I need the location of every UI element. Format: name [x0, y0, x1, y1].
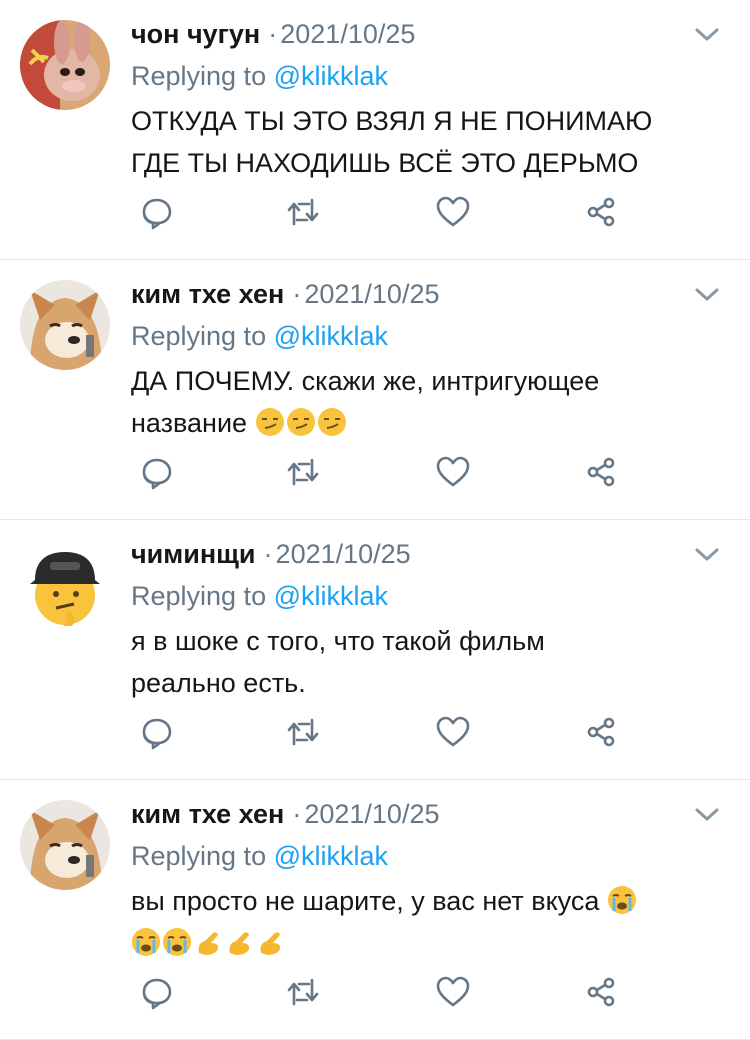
- tweet-actions: [131, 710, 621, 754]
- like-icon: [436, 456, 470, 487]
- tweet-date[interactable]: 2021/10/25: [280, 19, 415, 50]
- avatar[interactable]: [20, 800, 110, 890]
- like-button[interactable]: [431, 190, 475, 234]
- share-button[interactable]: [579, 450, 623, 494]
- reply-icon: [142, 458, 172, 490]
- smirk-emoji-icon: [255, 408, 284, 436]
- like-icon: [436, 976, 470, 1007]
- tweet-emoji-line: [131, 922, 730, 964]
- chevron-down-icon[interactable]: [694, 544, 720, 564]
- replying-to: Replying to @klikklak: [131, 54, 730, 98]
- rabbit-avatar-icon: [20, 20, 110, 110]
- retweet-icon: [287, 458, 319, 486]
- replying-prefix: Replying to: [131, 581, 267, 611]
- display-name[interactable]: чон чугун: [131, 19, 260, 50]
- avatar[interactable]: [20, 280, 110, 370]
- share-icon: [587, 457, 615, 487]
- separator-dot: ·: [292, 278, 302, 309]
- separator-dot: ·: [263, 538, 273, 569]
- chevron-down-icon[interactable]: [694, 24, 720, 44]
- chevron-down-icon[interactable]: [694, 804, 720, 824]
- smirk-emoji-icon: [286, 408, 315, 436]
- shiba-avatar-icon: [20, 280, 110, 370]
- replying-to: Replying to @klikklak: [131, 574, 730, 618]
- like-button[interactable]: [431, 710, 475, 754]
- tweet[interactable]: чиминщи · 2021/10/25 Replying to @klikkl…: [0, 520, 750, 780]
- pinching-hand-emoji-icon: [198, 932, 219, 955]
- emoji-cap-avatar-icon: [20, 540, 110, 630]
- like-button[interactable]: [431, 970, 475, 1014]
- pinching-hand-emoji-icon: [260, 932, 281, 955]
- reply-button[interactable]: [135, 970, 179, 1014]
- reply-icon: [142, 198, 172, 230]
- reply-button[interactable]: [135, 710, 179, 754]
- replying-to: Replying to @klikklak: [131, 314, 730, 358]
- tweet-text: ДА ПОЧЕМУ. скажи же, интригующее названи…: [131, 360, 730, 444]
- reply-handle-link[interactable]: @klikklak: [274, 61, 388, 91]
- tweet-text-line: название: [131, 408, 248, 438]
- tweet-text: вы просто не шарите, у вас нет вкуса: [131, 880, 730, 964]
- tweet-text-line: я в шоке с того, что такой фильм: [131, 626, 545, 656]
- tweet-date[interactable]: 2021/10/25: [304, 279, 439, 310]
- retweet-icon: [287, 718, 319, 746]
- tweet-text-line: реально есть.: [131, 668, 306, 698]
- avatar[interactable]: [20, 540, 110, 630]
- share-icon: [587, 977, 615, 1007]
- replying-prefix: Replying to: [131, 321, 267, 351]
- reply-icon: [142, 978, 172, 1010]
- replying-prefix: Replying to: [131, 841, 267, 871]
- share-button[interactable]: [579, 710, 623, 754]
- crying-emoji-icon: [132, 928, 160, 956]
- reply-handle-link[interactable]: @klikklak: [274, 841, 388, 871]
- shiba-avatar-icon: [20, 800, 110, 890]
- replying-prefix: Replying to: [131, 61, 267, 91]
- tweet-text-line: вы просто не шарите, у вас нет вкуса: [131, 886, 600, 916]
- tweet-date[interactable]: 2021/10/25: [304, 799, 439, 830]
- retweet-icon: [287, 198, 319, 226]
- display-name[interactable]: ким тхе хен: [131, 799, 284, 830]
- share-button[interactable]: [579, 970, 623, 1014]
- reply-button[interactable]: [135, 450, 179, 494]
- reply-button[interactable]: [135, 190, 179, 234]
- tweet-text: я в шоке с того, что такой фильм реально…: [131, 620, 730, 704]
- replying-to: Replying to @klikklak: [131, 834, 730, 878]
- tweet[interactable]: чон чугун · 2021/10/25 Replying to @klik…: [0, 0, 750, 260]
- crying-emoji-icon: [163, 928, 191, 956]
- reply-icon: [142, 718, 172, 750]
- tweet-text-line: ГДЕ ТЫ НАХОДИШЬ ВСЁ ЭТО ДЕРЬМО: [131, 148, 639, 178]
- crying-emoji-icon: [607, 886, 636, 914]
- reply-handle-link[interactable]: @klikklak: [274, 581, 388, 611]
- retweet-button[interactable]: [281, 710, 325, 754]
- display-name[interactable]: ким тхе хен: [131, 279, 284, 310]
- tweet-date[interactable]: 2021/10/25: [276, 539, 411, 570]
- retweet-button[interactable]: [281, 190, 325, 234]
- smirk-emoji-icon: [317, 408, 346, 436]
- chevron-down-icon[interactable]: [694, 284, 720, 304]
- like-button[interactable]: [431, 450, 475, 494]
- tweet[interactable]: ким тхе хен · 2021/10/25 Replying to @kl…: [0, 260, 750, 520]
- separator-dot: ·: [268, 18, 278, 49]
- retweet-button[interactable]: [281, 970, 325, 1014]
- avatar[interactable]: [20, 20, 110, 110]
- reply-handle-link[interactable]: @klikklak: [274, 321, 388, 351]
- tweet-actions: [131, 970, 621, 1014]
- share-icon: [587, 197, 615, 227]
- like-icon: [436, 196, 470, 227]
- tweet-text-line-with-emoji: название: [131, 402, 730, 444]
- retweet-icon: [287, 978, 319, 1006]
- tweet-text-line-with-emoji: вы просто не шарите, у вас нет вкуса: [131, 880, 730, 922]
- tweet-text-line: ОТКУДА ТЫ ЭТО ВЗЯЛ Я НЕ ПОНИМАЮ: [131, 106, 653, 136]
- retweet-button[interactable]: [281, 450, 325, 494]
- tweet-actions: [131, 190, 621, 234]
- display-name[interactable]: чиминщи: [131, 539, 256, 570]
- pinching-hand-emoji-icon: [229, 932, 250, 955]
- tweet-text-line: ДА ПОЧЕМУ. скажи же, интригующее: [131, 366, 600, 396]
- tweet[interactable]: ким тхе хен · 2021/10/25 Replying to @kl…: [0, 780, 750, 1040]
- like-icon: [436, 716, 470, 747]
- share-button[interactable]: [579, 190, 623, 234]
- separator-dot: ·: [292, 798, 302, 829]
- tweet-text: ОТКУДА ТЫ ЭТО ВЗЯЛ Я НЕ ПОНИМАЮ ГДЕ ТЫ Н…: [131, 100, 730, 184]
- share-icon: [587, 717, 615, 747]
- tweet-actions: [131, 450, 621, 494]
